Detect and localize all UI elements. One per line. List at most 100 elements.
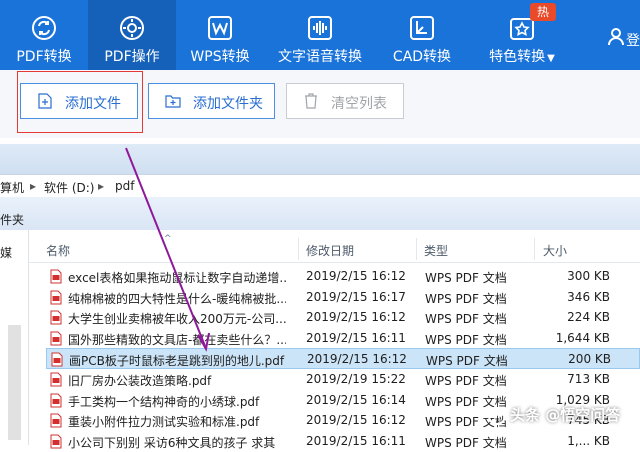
file-name: 旧厂房办公装改造策略.pdf <box>68 374 212 388</box>
tab-wps-convert[interactable]: WPS转换 <box>176 0 264 70</box>
gear-icon <box>120 16 144 40</box>
file-date: 2019/2/15 16:17 <box>306 289 406 304</box>
tab-cad-convert[interactable]: CAD转换 <box>378 0 466 70</box>
tab-special-convert[interactable]: 特色转换 ▼ 热 <box>470 0 574 70</box>
tab-text-speech[interactable]: 文字语音转换 <box>270 0 370 70</box>
file-date: 2019/2/15 16:12 <box>306 413 406 428</box>
user-icon <box>608 28 624 46</box>
explorer-toolbar: 件夹 <box>0 197 640 230</box>
tab-label: 文字语音转换 <box>278 49 362 65</box>
nav-scrollbar[interactable] <box>8 325 21 440</box>
file-date: 2019/2/15 16:14 <box>306 392 406 407</box>
user-account[interactable]: 登 <box>604 0 640 70</box>
file-date: 2019/2/19 15:22 <box>306 372 406 386</box>
column-size[interactable]: 大小 <box>543 242 567 259</box>
file-row[interactable]: 大学生创业卖棉被年收入200万元-公司... 2019/2/15 16:12 WPS… <box>46 307 640 328</box>
column-type[interactable]: 类型 <box>424 242 448 259</box>
file-name: 小公司下别别 采访6种文具的孩子 求其 <box>68 435 276 450</box>
top-toolbar: PDF转换 PDF操作 WPS转换 文字语音转换 CAD转换 特色转换 ▼ 热 登 <box>0 0 640 70</box>
file-date: 2019/2/15 16:11 <box>306 330 406 345</box>
file-row[interactable]: 纯棉棉被的四大特性是什么-暖纯棉被批... 2019/2/15 16:17 WPS … <box>46 287 640 308</box>
pdf-file-icon <box>50 393 62 408</box>
column-header: 名称 ^ 修改日期 类型 大小 <box>28 234 640 263</box>
file-row[interactable]: 国外那些精致的文具店-都在卖些什么？... 2019/2/15 16:11 WPS … <box>46 328 640 349</box>
soundwave-icon <box>308 16 332 40</box>
file-row[interactable]: excel表格如果拖动鼠标让数字自动递增... 2019/2/15 16:12 WP… <box>46 266 640 287</box>
pdf-file-icon <box>51 352 63 367</box>
wps-icon <box>208 16 232 40</box>
file-row[interactable]: 小公司下别别 采访6种文具的孩子 求其 2019/2/15 16:11 WPS PD… <box>46 431 640 452</box>
breadcrumb-computer[interactable]: 算机 <box>0 179 24 196</box>
watermark-text: 头条 @悟空问答 <box>510 406 621 424</box>
address-bar[interactable]: 算机 ▸ 软件 (D:) ▸ pdf <box>0 174 640 198</box>
pdf-file-icon <box>50 269 62 284</box>
navigation-pane: 媒 <box>0 230 29 445</box>
add-folder-label: 添加文件夹 <box>193 96 263 112</box>
pdf-file-icon <box>50 331 62 346</box>
pdf-file-icon <box>50 434 62 449</box>
breadcrumb-drive[interactable]: 软件 (D:) <box>44 179 94 196</box>
clear-list-button[interactable]: 清空列表 <box>286 83 404 119</box>
column-divider[interactable] <box>416 238 417 260</box>
column-name[interactable]: 名称 <box>46 242 70 259</box>
file-type: WPS PDF 文档 <box>425 435 507 450</box>
column-divider[interactable] <box>534 238 535 260</box>
file-explorer: 算机 ▸ 软件 (D:) ▸ pdf 件夹 媒 名称 ^ 修改日期 类型 大小 … <box>0 138 640 450</box>
nav-item[interactable]: 媒 <box>0 244 12 261</box>
tab-label: 特色转换 ▼ <box>470 46 574 66</box>
add-folder-button[interactable]: 添加文件夹 <box>148 83 275 119</box>
caret-down-icon: ▼ <box>547 53 555 64</box>
cad-icon <box>410 16 434 40</box>
file-row[interactable]: 旧厂房办公装改造策略.pdf 2019/2/19 15:22 WPS PDF 文档 7… <box>46 369 640 390</box>
file-name: 国外那些精致的文具店-都在卖些什么？... <box>68 332 286 347</box>
tab-label-text: 特色转换 <box>489 49 546 65</box>
pdf-file-icon <box>50 290 62 305</box>
file-name: 画PCB板子时鼠标老是跳到别的地儿.pdf <box>69 354 285 369</box>
file-type: WPS PDF 文档 <box>425 332 507 347</box>
highlight-box <box>17 71 143 133</box>
watermark-logo <box>488 406 506 425</box>
file-name: 大学生创业卖棉被年收入200万元-公司... <box>68 312 286 327</box>
file-size: 224 KB <box>567 310 610 325</box>
file-size: 346 KB <box>567 289 610 304</box>
tab-label: WPS转换 <box>190 49 250 65</box>
file-date: 2019/2/15 16:12 <box>306 310 406 325</box>
file-type: WPS PDF 文档 <box>425 291 507 306</box>
file-size: 1,... KB <box>567 433 610 448</box>
file-name: excel表格如果拖动鼠标让数字自动递增... <box>68 271 286 285</box>
file-name: 重装小附件拉力测试实验和标准.pdf <box>68 415 260 430</box>
file-date: 2019/2/15 16:12 <box>307 352 407 367</box>
trash-icon <box>305 93 317 109</box>
pdf-file-icon <box>50 413 62 428</box>
tab-label: PDF转换 <box>16 49 72 65</box>
file-size: 1,644 KB <box>555 330 610 345</box>
hot-badge: 热 <box>530 3 556 21</box>
column-divider[interactable] <box>298 238 299 260</box>
chevron-right-icon: ▸ <box>98 179 105 193</box>
tab-pdf-convert[interactable]: PDF转换 <box>0 0 88 70</box>
login-text: 登 <box>626 33 640 49</box>
file-size: 200 KB <box>568 352 611 367</box>
sort-up-icon: ^ <box>164 234 172 244</box>
tab-pdf-operations[interactable]: PDF操作 <box>88 0 176 70</box>
tab-label: PDF操作 <box>104 49 160 65</box>
file-name: 纯棉棉被的四大特性是什么-暖纯棉被批... <box>68 291 286 306</box>
column-date[interactable]: 修改日期 <box>306 242 354 259</box>
watermark: 头条 @悟空问答 <box>488 404 620 425</box>
file-row[interactable]: 画PCB板子时鼠标老是跳到别的地儿.pdf 2019/2/15 16:12 WPS … <box>46 348 640 370</box>
file-type: WPS PDF 文档 <box>425 374 507 388</box>
file-type: WPS PDF 文档 <box>425 312 507 327</box>
explorer-title-bar <box>0 144 640 174</box>
chevron-right-icon: ▸ <box>30 179 37 193</box>
add-folder-icon <box>165 95 181 108</box>
tab-label: CAD转换 <box>392 49 452 65</box>
pdf-file-icon <box>50 372 62 387</box>
file-date: 2019/2/15 16:11 <box>306 433 406 448</box>
file-name: 手工类构一个结构神奇的小绣球.pdf <box>68 394 260 409</box>
breadcrumb-folder[interactable]: pdf <box>115 179 134 193</box>
refresh-icon <box>32 16 56 40</box>
clear-list-label: 清空列表 <box>331 96 387 112</box>
file-date: 2019/2/15 16:12 <box>306 269 406 283</box>
new-folder-label[interactable]: 件夹 <box>0 211 24 228</box>
file-size: 300 KB <box>567 269 610 283</box>
